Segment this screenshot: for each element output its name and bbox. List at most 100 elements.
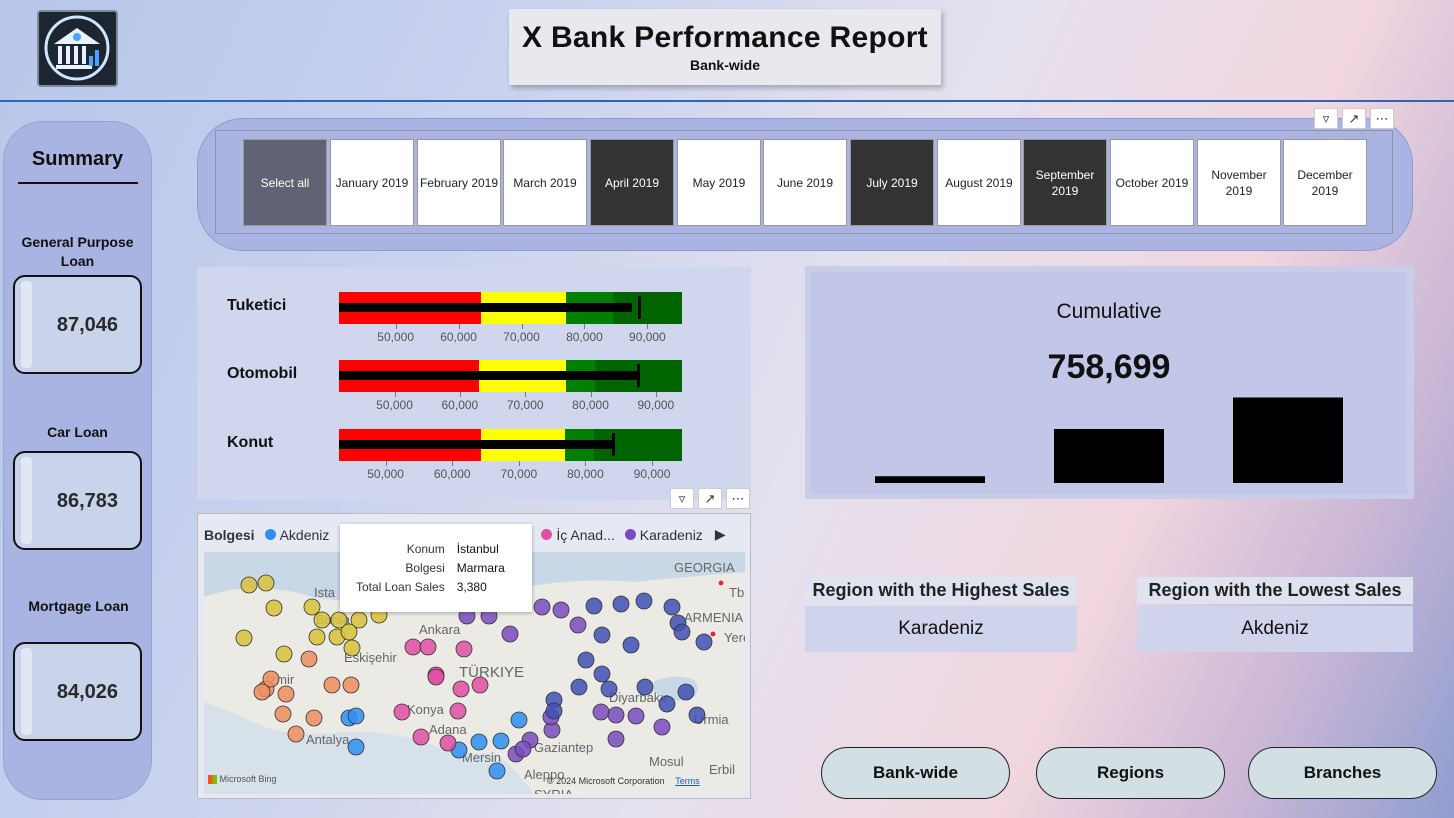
map-bubble [274, 705, 292, 723]
slicer-month[interactable]: September 2019 [1023, 139, 1107, 226]
cumulative-bar[interactable] [1233, 397, 1343, 484]
map-bubble [343, 639, 361, 657]
map-bubble [340, 623, 358, 641]
map-bubble [300, 650, 318, 668]
bullet-tick-mark [394, 392, 396, 397]
map-bubble [677, 683, 695, 701]
bullet-tick-label: 60,000 [441, 398, 479, 412]
map-bubble [552, 601, 570, 619]
kpi-value-car: 86,783 [56, 490, 118, 512]
slicer-month[interactable]: November 2019 [1197, 139, 1281, 226]
cumulative-bar[interactable] [875, 476, 985, 483]
focus-mode-icon[interactable]: ↗ [1342, 108, 1366, 129]
legend-next-arrow-icon[interactable]: ▶ [715, 526, 726, 543]
map-place-label: Ankara [419, 622, 461, 637]
map-bubble [240, 576, 258, 594]
map-bubble [593, 626, 611, 644]
bank-wide-button[interactable]: Bank-wide [821, 747, 1010, 799]
map-bubble [607, 706, 625, 724]
legend-dot-karadeniz [624, 529, 636, 540]
filter-icon[interactable]: ▿ [1314, 108, 1338, 129]
map-bubble [313, 611, 331, 629]
highest-region-label: Region with the Highest Sales [805, 577, 1077, 604]
branches-button[interactable]: Branches [1248, 747, 1437, 799]
map-place-label: TÜRKIYE [459, 663, 524, 681]
bullet-tick-label: 60,000 [440, 330, 477, 344]
more-options-icon[interactable]: ⋯ [1370, 108, 1394, 129]
map-bubble [265, 599, 283, 617]
slicer-month[interactable]: June 2019 [763, 139, 847, 226]
map-bubble [439, 734, 457, 752]
bullet-tick-mark [652, 461, 654, 466]
slicer-month[interactable]: August 2019 [937, 139, 1021, 226]
bullet-target-marker [636, 364, 640, 387]
more-options-icon[interactable]: ⋯ [726, 488, 750, 509]
map-bubble [471, 676, 489, 694]
bullet-tick-label: 70,000 [506, 398, 544, 412]
slicer-month[interactable]: October 2019 [1110, 139, 1194, 226]
cumulative-bar-chart [875, 397, 1343, 484]
map-bubble [501, 625, 519, 643]
slicer-month[interactable]: February 2019 [417, 139, 501, 226]
map-place-label: Gaziantep [534, 740, 593, 755]
map-bubble [303, 598, 321, 616]
tooltip-table: Konum İstanbul Bolgesi Marmara Total Loan … [350, 540, 511, 597]
bullet-measure-bar[interactable] [339, 371, 638, 380]
bullet-target-marker [611, 433, 615, 456]
tooltip-key: Konum [406, 542, 445, 556]
bank-logo [37, 10, 118, 87]
slicer-month[interactable]: December 2019 [1283, 139, 1367, 226]
map-place-label: Ista [314, 585, 336, 600]
slicer-month[interactable]: May 2019 [677, 139, 761, 226]
kpi-value-general-purpose: 87,046 [56, 314, 118, 336]
legend-item-karadeniz[interactable]: Karadeniz [640, 527, 703, 543]
cumulative-bar[interactable] [1054, 429, 1164, 483]
focus-mode-icon[interactable]: ↗ [698, 488, 722, 509]
map-bubble [488, 762, 506, 780]
legend-item-akdeniz[interactable]: Akdeniz [280, 527, 330, 543]
bullet-label: Otomobil [227, 365, 298, 382]
map-place-label: Mersin [462, 750, 501, 765]
bullet-tick-mark [647, 324, 649, 329]
terms-link[interactable]: Terms [675, 776, 700, 786]
map-place-label: Mosul [649, 754, 684, 769]
bullet-tick-mark [518, 461, 520, 466]
map-place-label: Konya [407, 702, 445, 717]
map-bubble [533, 598, 551, 616]
map-bubble [308, 628, 326, 646]
map-bubble [570, 678, 588, 696]
bullet-measure-bar[interactable] [339, 303, 632, 312]
legend-dot-ic-anadolu [541, 529, 553, 540]
map-bubble [305, 709, 323, 727]
slicer-month[interactable]: April 2019 [590, 139, 674, 226]
map-bubble [404, 638, 422, 656]
bullet-tick-label: 90,000 [637, 398, 675, 412]
kpi-accent [21, 281, 32, 368]
regions-button[interactable]: Regions [1036, 747, 1225, 799]
map-bubble [673, 623, 691, 641]
map-bubble [635, 592, 653, 610]
report-subtitle: Bank-wide [689, 57, 760, 73]
map-place-label: SYRIA [534, 787, 573, 794]
map-bubble [593, 665, 611, 683]
lowest-region-value: Akdeniz [1137, 606, 1413, 652]
bullet-tick-label: 50,000 [376, 398, 413, 412]
legend-title: Bolgesi [204, 526, 255, 543]
slicer-month[interactable]: July 2019 [850, 139, 934, 226]
map-bubble [658, 695, 676, 713]
bullet-tick-label: 90,000 [633, 467, 671, 481]
cumulative-card: Cumulative 758,699 [805, 266, 1414, 499]
slicer-month[interactable]: March 2019 [503, 139, 587, 226]
legend-item-ic-anadolu[interactable]: İç Anad... [556, 527, 614, 543]
slicer-month[interactable]: January 2019 [330, 139, 414, 226]
header-divider [0, 100, 1454, 102]
loan-bullet-charts: Tuketici 50,000 60,000 70,000 80,000 90,000 Ot… [197, 267, 751, 500]
bullet-tick-label: 50,000 [377, 330, 414, 344]
slicer-select-all[interactable]: Select all [243, 139, 327, 226]
bullet-measure-bar[interactable] [339, 440, 613, 449]
map-attribution: © 2024 Microsoft Corporation Terms [547, 776, 700, 786]
tooltip-value: İstanbul [456, 542, 499, 556]
kpi-label-mortgage: Mortgage Loan [28, 598, 129, 614]
filter-icon[interactable]: ▿ [670, 488, 694, 509]
bing-label: Microsoft Bing [219, 773, 277, 784]
